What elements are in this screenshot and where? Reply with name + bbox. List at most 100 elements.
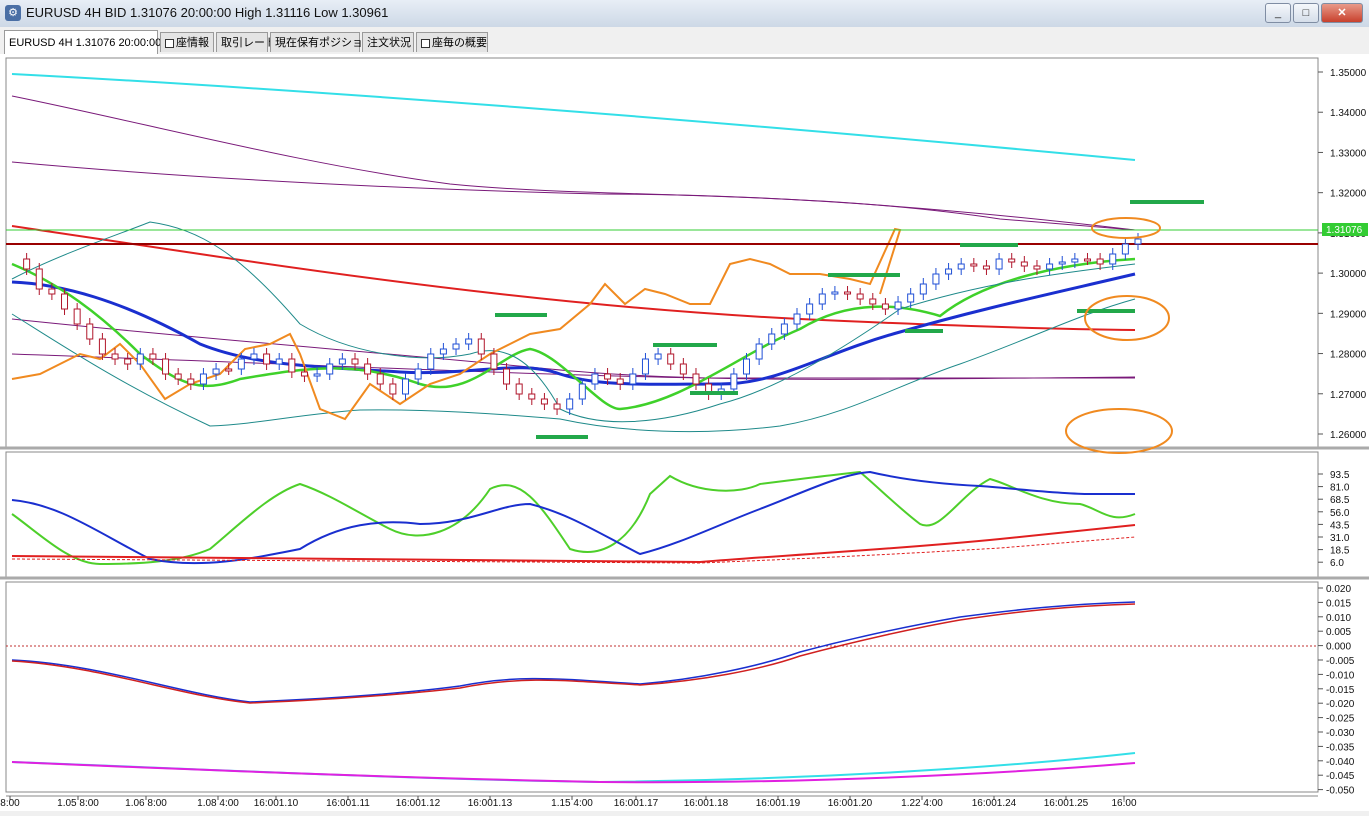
price-axis: 1.350001.340001.330001.320001.310001.300… <box>1318 68 1367 441</box>
macd-tick-label: -0.035 <box>1326 742 1355 753</box>
macd-tick-label: -0.030 <box>1326 728 1355 739</box>
envelope-upper-line <box>11 95 1136 231</box>
candle-body <box>844 291 852 295</box>
candle-body <box>61 293 69 310</box>
candle-body <box>616 378 624 385</box>
candle-body <box>263 353 271 365</box>
candle-body <box>780 323 788 335</box>
tab-positions[interactable]: 現在保有ポジション <box>270 32 374 52</box>
candle-body <box>326 363 334 375</box>
macd-panel-frame <box>5 581 1319 793</box>
checkbox-icon <box>165 38 174 48</box>
candle-body <box>528 393 536 400</box>
candle-body <box>364 363 372 375</box>
candle-body <box>1083 258 1091 262</box>
chart-canvas[interactable]: 1.350001.340001.330001.320001.310001.300… <box>0 54 1369 811</box>
candle-body <box>402 378 410 395</box>
maximize-button[interactable]: □ <box>1293 3 1319 23</box>
candle-body <box>932 273 940 285</box>
time-tick-label: 16:001.10 <box>254 798 299 809</box>
macd-tick-label: -0.005 <box>1326 656 1355 667</box>
time-tick-label: 16:001.13 <box>468 798 513 809</box>
stoch-tick-label: 6.0 <box>1330 558 1344 569</box>
time-tick-label: 1.05 8:00 <box>57 798 99 809</box>
chart-area[interactable]: 1.350001.340001.330001.320001.310001.300… <box>0 54 1369 811</box>
candle-body <box>768 333 776 345</box>
stoch-tick-label: 18.5 <box>1330 546 1350 557</box>
time-tick-label: 16:001.17 <box>614 798 659 809</box>
tab-account-info[interactable]: 座情報 <box>160 32 214 52</box>
time-tick-label: 16:001.12 <box>396 798 441 809</box>
time-tick-label: 16:001.24 <box>972 798 1017 809</box>
candle-body <box>288 358 296 373</box>
price-tick-label: 1.35000 <box>1330 68 1367 79</box>
price-tick-label: 1.34000 <box>1330 108 1367 119</box>
level-marker <box>495 313 547 317</box>
time-tick-label: 16:001.19 <box>756 798 801 809</box>
highlight-circle <box>1065 408 1173 454</box>
tab-orders[interactable]: 注文状況 <box>362 32 414 52</box>
candle-body <box>300 371 308 377</box>
candle-body <box>1134 238 1142 245</box>
level-marker <box>536 435 588 439</box>
level-marker <box>828 273 900 277</box>
candle-body <box>667 353 675 365</box>
tab-account-summary[interactable]: 座毎の概要 <box>416 32 488 52</box>
time-tick-label: 1.22 4:00 <box>901 798 943 809</box>
time-tick-label: 1.08 4:00 <box>197 798 239 809</box>
candle-body <box>477 338 485 355</box>
candle-body <box>1020 261 1028 267</box>
level-marker <box>960 243 1018 247</box>
candle-body <box>351 358 359 365</box>
candle-body <box>1071 258 1079 263</box>
price-tick-label: 1.28000 <box>1330 350 1367 361</box>
tab-label: EURUSD 4H 1.31076 20:00:00 <box>9 37 162 49</box>
macd-tick-label: -0.040 <box>1326 757 1355 768</box>
candle-body <box>1046 263 1054 270</box>
candle-body <box>995 258 1003 270</box>
stoch-tick-label: 43.5 <box>1330 520 1350 531</box>
chart-window-icon: ⚙ <box>5 5 21 21</box>
minimize-button[interactable]: _ <box>1265 3 1291 23</box>
tab-eurusd-chart[interactable]: EURUSD 4H 1.31076 20:00:00 <box>4 30 162 54</box>
price-tick-label: 1.27000 <box>1330 390 1367 401</box>
macd-tick-label: 0.020 <box>1326 584 1351 595</box>
price-tick-label: 1.26000 <box>1330 430 1367 441</box>
time-tick-label: 16:00 <box>1111 798 1136 809</box>
checkbox-icon <box>421 38 430 48</box>
candle-body <box>869 298 877 305</box>
level-marker <box>1130 200 1204 204</box>
candle-body <box>503 368 511 385</box>
tab-label: 現在保有ポジション <box>275 37 374 49</box>
candle-body <box>578 383 586 400</box>
candle-body <box>376 373 384 385</box>
candlestick-series <box>23 233 1142 415</box>
candle-body <box>98 338 106 355</box>
candle-body <box>881 303 889 310</box>
candle-body <box>111 353 119 360</box>
candle-body <box>1121 243 1129 255</box>
candle-body <box>679 363 687 375</box>
candle-body <box>1033 265 1041 270</box>
candle-body <box>465 338 473 345</box>
candle-body <box>1096 258 1104 265</box>
macd-axis: 0.020 0.015 0.010 0.005 0.000 -0.005 -0.010 -0.… <box>1318 584 1355 797</box>
candle-body <box>957 263 965 270</box>
stochastic-lines <box>11 470 1136 566</box>
candle-body <box>793 313 801 325</box>
candle-body <box>856 293 864 300</box>
macd-lines <box>6 601 1318 784</box>
window-titlebar[interactable]: ⚙ EURUSD 4H BID 1.31076 20:00:00 High 1.… <box>0 0 1369 28</box>
candle-body <box>641 358 649 375</box>
close-button[interactable]: ✕ <box>1321 3 1363 23</box>
candle-body <box>692 373 700 385</box>
candle-body <box>894 301 902 310</box>
time-tick-label: 1.06 8:00 <box>125 798 167 809</box>
candle-body <box>919 283 927 295</box>
tab-rates[interactable]: 取引レート <box>216 32 276 52</box>
candle-body <box>225 368 233 372</box>
macd-tick-label: -0.025 <box>1326 714 1355 725</box>
time-tick-label: 16:001.11 <box>326 798 370 809</box>
macd-tick-label: -0.045 <box>1326 771 1355 782</box>
price-tick-label: 1.29000 <box>1330 309 1367 320</box>
